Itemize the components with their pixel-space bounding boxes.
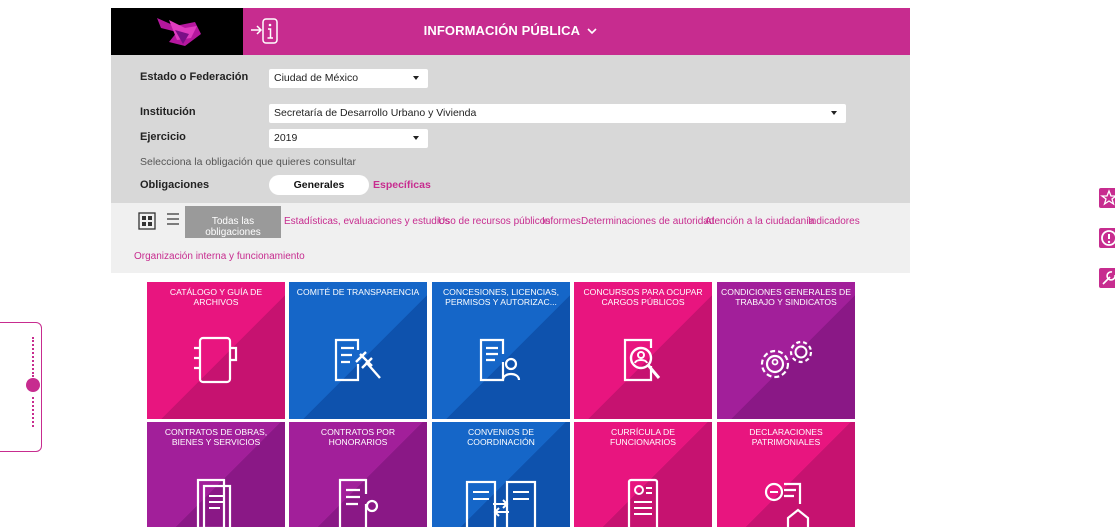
tools-icon[interactable] bbox=[1099, 268, 1115, 288]
documents-icon bbox=[196, 478, 232, 527]
ejercicio-label: Ejercicio bbox=[140, 131, 186, 143]
tile-contratos-honorarios[interactable]: CONTRATOS POR HONORARIOS bbox=[289, 422, 427, 527]
tile-comite[interactable]: COMITÉ DE TRANSPARENCIA bbox=[289, 282, 427, 419]
header-title[interactable]: INFORMACIÓN PÚBLICA bbox=[111, 23, 910, 38]
tab-estadisticas[interactable]: Estadísticas, evaluaciones y estudios bbox=[284, 216, 450, 227]
ejercicio-select[interactable]: 2019 bbox=[269, 129, 428, 148]
tile-convenios[interactable]: CONVENIOS DE COORDINACIÓN bbox=[432, 422, 570, 527]
gears-icon bbox=[760, 340, 813, 379]
institucion-select-value: Secretaría de Desarrollo Urbano y Vivien… bbox=[274, 107, 477, 119]
resume-icon bbox=[627, 478, 659, 527]
estado-label: Estado o Federación bbox=[140, 71, 249, 83]
hint-text: Selecciona la obligación que quieres con… bbox=[140, 156, 356, 168]
tile-title: DECLARACIONES PATRIMONIALES bbox=[749, 427, 823, 447]
especificas-toggle[interactable]: Específicas bbox=[373, 179, 431, 191]
generales-toggle[interactable]: Generales bbox=[269, 175, 369, 195]
tile-concursos[interactable]: CONCURSOS PARA OCUPAR CARGOS PÚBLICOS bbox=[574, 282, 712, 419]
caret-down-icon bbox=[413, 76, 419, 80]
tile-condiciones[interactable]: CONDICIONES GENERALES DE TRABAJO Y SINDI… bbox=[717, 282, 855, 419]
favorite-icon[interactable] bbox=[1099, 188, 1115, 208]
institucion-select[interactable]: Secretaría de Desarrollo Urbano y Vivien… bbox=[269, 104, 846, 123]
header-bar: INFORMACIÓN PÚBLICA bbox=[111, 8, 910, 55]
tab-atencion[interactable]: Atención a la ciudadanía bbox=[705, 216, 815, 227]
search-person-icon bbox=[623, 338, 661, 382]
institucion-label: Institución bbox=[140, 106, 196, 118]
binder-icon bbox=[194, 336, 238, 384]
tile-declaraciones[interactable]: DECLARACIONES PATRIMONIALES bbox=[717, 422, 855, 527]
tab-determinaciones[interactable]: Determinaciones de autoridad bbox=[581, 216, 714, 227]
estado-select-value: Ciudad de México bbox=[274, 72, 359, 84]
obligaciones-label: Obligaciones bbox=[140, 179, 210, 191]
caret-down-icon bbox=[831, 111, 837, 115]
grid-view-icon[interactable] bbox=[138, 212, 156, 235]
tile-title: CURRÍCULA DE FUNCIONARIOS bbox=[610, 427, 676, 447]
dotted-line bbox=[32, 337, 34, 377]
document-person-icon bbox=[338, 478, 379, 527]
alert-icon[interactable] bbox=[1099, 228, 1115, 248]
tile-title: CONDICIONES GENERALES DE TRABAJO Y SINDI… bbox=[721, 287, 851, 307]
tile-title: CATÁLOGO Y GUÍA DE ARCHIVOS bbox=[169, 287, 263, 307]
tile-title: CONTRATOS POR HONORARIOS bbox=[320, 427, 396, 447]
list-view-icon[interactable] bbox=[166, 212, 180, 233]
chevron-down-icon bbox=[587, 23, 597, 38]
header-title-text: INFORMACIÓN PÚBLICA bbox=[423, 23, 580, 38]
document-person-icon bbox=[479, 338, 521, 382]
accessibility-icon bbox=[26, 378, 40, 392]
tile-title: CONCESIONES, LICENCIAS, PERMISOS Y AUTOR… bbox=[442, 287, 560, 307]
ejercicio-select-value: 2019 bbox=[274, 132, 298, 144]
gavel-document-icon bbox=[334, 338, 381, 382]
tab-organizacion[interactable]: Organización interna y funcionamiento bbox=[134, 251, 305, 262]
tab-indicadores[interactable]: Indicadores bbox=[808, 216, 860, 227]
tile-catalogo[interactable]: CATÁLOGO Y GUÍA DE ARCHIVOS bbox=[147, 282, 285, 419]
tab-uso-recursos[interactable]: Uso de recursos públicos bbox=[438, 216, 550, 227]
tile-title: CONCURSOS PARA OCUPAR CARGOS PÚBLICOS bbox=[583, 287, 703, 307]
estado-select[interactable]: Ciudad de México bbox=[269, 69, 428, 88]
tab-informes[interactable]: Informes bbox=[542, 216, 581, 227]
exchange-documents-icon bbox=[465, 480, 537, 527]
filter-panel: Estado o Federación Ciudad de México Ins… bbox=[111, 55, 910, 203]
declaration-icon bbox=[764, 482, 810, 527]
tile-title: COMITÉ DE TRANSPARENCIA bbox=[296, 287, 420, 297]
tile-concesiones[interactable]: CONCESIONES, LICENCIAS, PERMISOS Y AUTOR… bbox=[432, 282, 570, 419]
side-accessibility-tab[interactable] bbox=[0, 322, 42, 452]
tab-todas[interactable]: Todas las obligaciones bbox=[185, 206, 281, 238]
tile-curricula[interactable]: CURRÍCULA DE FUNCIONARIOS bbox=[574, 422, 712, 527]
dotted-line bbox=[32, 397, 34, 427]
app: INFORMACIÓN PÚBLICA Estado o Federación … bbox=[0, 0, 1115, 527]
caret-down-icon bbox=[413, 136, 419, 140]
obligation-tabs: Todas las obligaciones Estadísticas, eva… bbox=[111, 203, 910, 273]
tile-contratos-obras[interactable]: CONTRATOS DE OBRAS, BIENES Y SERVICIOS bbox=[147, 422, 285, 527]
tile-title: CONVENIOS DE COORDINACIÓN bbox=[467, 427, 535, 447]
tile-title: CONTRATOS DE OBRAS, BIENES Y SERVICIOS bbox=[164, 427, 268, 447]
